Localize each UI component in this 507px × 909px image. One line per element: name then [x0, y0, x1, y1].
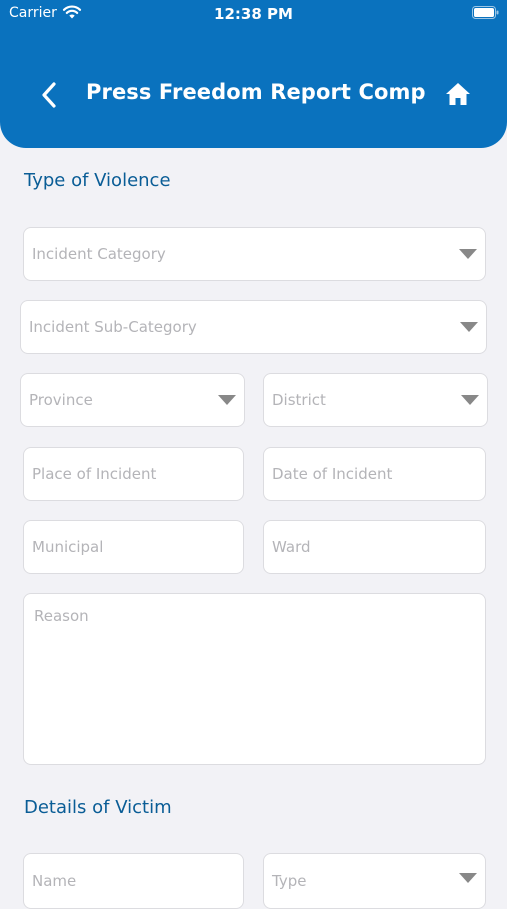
section-title-violence: Type of Violence: [24, 170, 171, 191]
district-placeholder: District: [272, 391, 326, 409]
district-select[interactable]: District: [263, 373, 488, 427]
battery-icon: [472, 6, 499, 19]
clock: 12:38 PM: [214, 5, 293, 23]
place-of-incident-placeholder: Place of Incident: [32, 465, 157, 483]
victim-name-input[interactable]: Name: [23, 853, 244, 909]
victim-type-placeholder: Type: [272, 872, 307, 890]
victim-name-placeholder: Name: [32, 872, 77, 890]
ward-placeholder: Ward: [272, 538, 311, 556]
ward-input[interactable]: Ward: [263, 520, 486, 574]
chevron-down-icon: [459, 249, 477, 259]
incident-category-placeholder: Incident Category: [32, 245, 166, 263]
back-icon[interactable]: [38, 80, 62, 110]
chevron-down-icon: [459, 873, 477, 883]
reason-textarea[interactable]: Reason: [23, 593, 486, 765]
chevron-down-icon: [218, 395, 236, 405]
chevron-down-icon: [461, 395, 479, 405]
page-title: Press Freedom Report Comp...: [86, 80, 426, 104]
section-title-victim: Details of Victim: [24, 797, 172, 818]
home-icon[interactable]: [444, 81, 472, 107]
victim-type-select[interactable]: Type: [263, 853, 486, 909]
date-of-incident-placeholder: Date of Incident: [272, 465, 393, 483]
app-header: Carrier 12:38 PM Press Freedom Report Co…: [0, 0, 507, 148]
incident-sub-category-select[interactable]: Incident Sub-Category: [20, 300, 487, 354]
province-placeholder: Province: [29, 391, 93, 409]
municipal-input[interactable]: Municipal: [23, 520, 244, 574]
date-of-incident-input[interactable]: Date of Incident: [263, 447, 486, 501]
reason-placeholder: Reason: [34, 607, 89, 625]
incident-sub-category-placeholder: Incident Sub-Category: [29, 318, 197, 336]
municipal-placeholder: Municipal: [32, 538, 104, 556]
chevron-down-icon: [460, 322, 478, 332]
incident-category-select[interactable]: Incident Category: [23, 227, 486, 281]
status-bar: Carrier 12:38 PM: [0, 0, 507, 30]
province-select[interactable]: Province: [20, 373, 245, 427]
place-of-incident-input[interactable]: Place of Incident: [23, 447, 244, 501]
